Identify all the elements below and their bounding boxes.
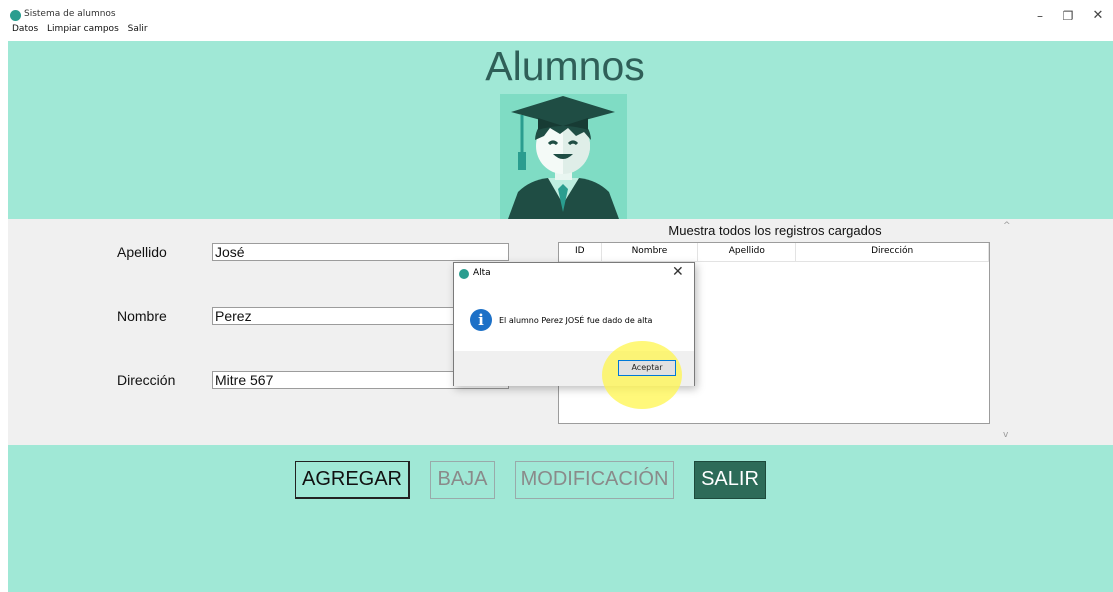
column-header-id[interactable]: ID — [559, 243, 602, 261]
close-window-button[interactable]: ✕ — [1088, 6, 1108, 26]
apellido-input[interactable]: José — [212, 243, 509, 261]
baja-button[interactable]: BAJA — [430, 461, 495, 499]
salir-button[interactable]: SALIR — [694, 461, 766, 499]
info-icon: i — [470, 309, 492, 331]
direccion-label: Dirección — [117, 372, 176, 388]
agregar-button[interactable]: AGREGAR — [295, 461, 410, 499]
scroll-down-icon[interactable]: v — [1003, 430, 1008, 440]
minimize-button[interactable]: – — [1030, 6, 1050, 26]
scroll-up-icon[interactable]: ^ — [1003, 221, 1011, 231]
column-header-apellido[interactable]: Apellido — [698, 243, 797, 261]
graduate-student-icon — [500, 94, 627, 219]
table-header: ID Nombre Apellido Dirección — [559, 243, 989, 262]
menu-datos[interactable]: Datos — [12, 24, 38, 34]
title-bar — [0, 0, 1113, 20]
app-icon — [10, 10, 21, 21]
dialog-message: El alumno Perez JOSÉ fue dado de alta — [499, 316, 653, 325]
aceptar-button[interactable]: Aceptar — [618, 360, 676, 376]
menu-limpiar-campos[interactable]: Limpiar campos — [47, 24, 119, 34]
vertical-scrollbar[interactable] — [996, 223, 1016, 445]
dialog-app-icon — [459, 269, 469, 279]
column-header-nombre[interactable]: Nombre — [602, 243, 699, 261]
column-header-direccion[interactable]: Dirección — [796, 243, 989, 261]
restore-button[interactable]: ❐ — [1058, 6, 1078, 26]
apellido-label: Apellido — [117, 244, 167, 260]
menu-salir[interactable]: Salir — [128, 24, 148, 34]
menu-bar: Datos Limpiar campos Salir — [12, 24, 154, 34]
dialog-close-icon[interactable]: ✕ — [672, 264, 684, 280]
page-title: Alumnos — [485, 43, 645, 89]
dialog-title: Alta — [473, 268, 491, 278]
table-caption: Muestra todos los registros cargados — [668, 223, 882, 238]
window-title: Sistema de alumnos — [24, 9, 116, 19]
alta-dialog: Alta ✕ i El alumno Perez JOSÉ fue dado d… — [453, 262, 695, 409]
nombre-label: Nombre — [117, 308, 167, 324]
modificacion-button[interactable]: MODIFICACIÓN — [515, 461, 674, 499]
